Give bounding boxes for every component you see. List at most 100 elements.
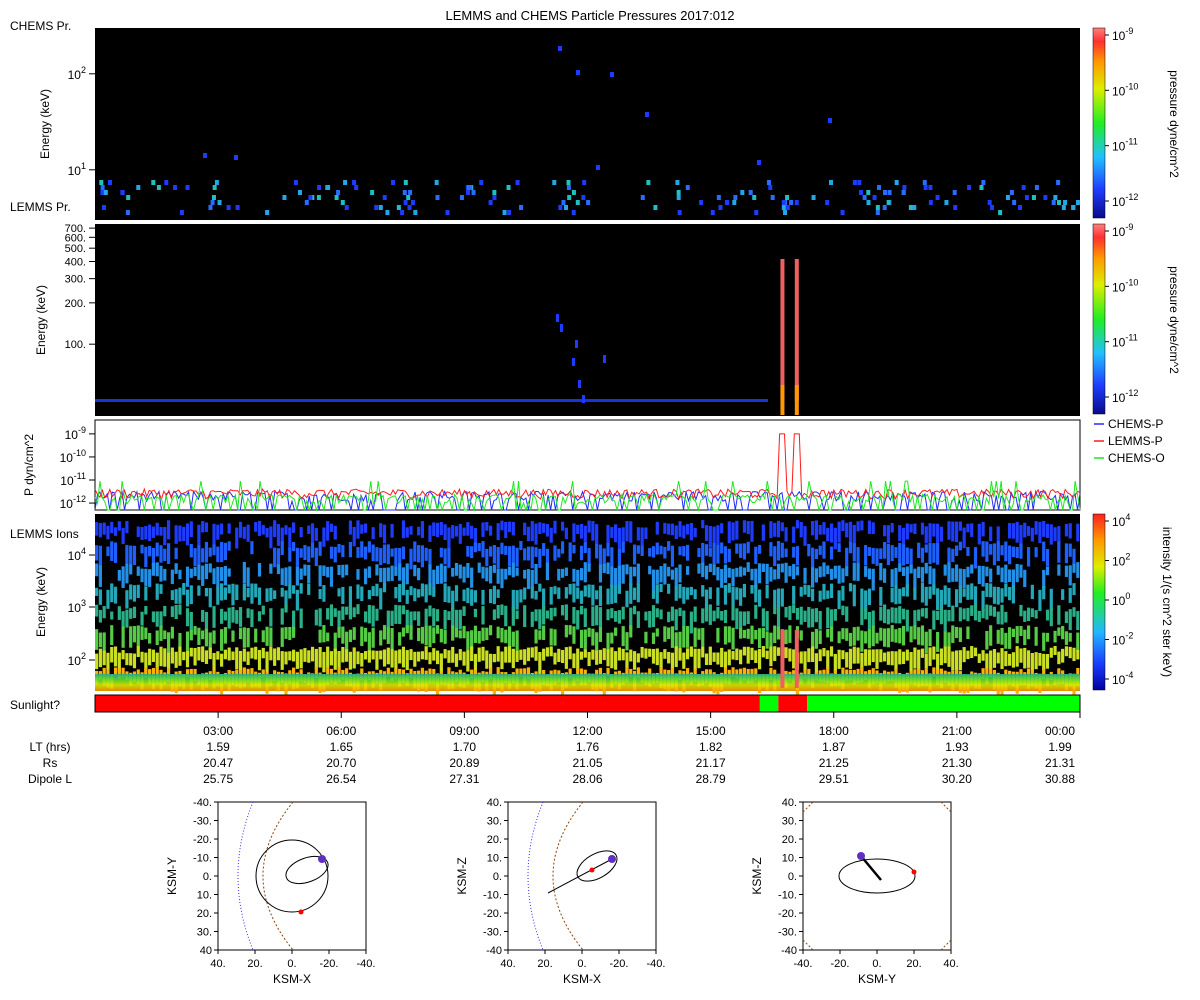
ions-cell <box>125 545 129 565</box>
ions-cell <box>371 527 375 540</box>
ions-cell <box>257 649 262 671</box>
ions-cell <box>754 546 758 564</box>
orbit-y-tick-label: -30. <box>193 816 212 828</box>
ions-cell <box>757 628 762 649</box>
ions-cell <box>917 542 921 559</box>
ions-cell <box>155 630 159 646</box>
ions-cell <box>682 546 686 557</box>
ions-cell <box>678 648 682 661</box>
chems-cell <box>1012 200 1017 205</box>
orbit-y-tick-label: -10. <box>483 890 502 902</box>
ions-cell <box>966 566 970 578</box>
ions-cell <box>238 607 243 627</box>
ions-cell <box>595 543 599 559</box>
ions-cell <box>761 608 765 627</box>
ions-cell <box>159 611 163 628</box>
ions-cell <box>95 629 99 650</box>
ions-cell <box>1011 628 1015 638</box>
ions-cell <box>686 648 690 660</box>
ions-cell <box>170 590 174 601</box>
ions-cell <box>614 568 618 587</box>
ions-cell <box>348 586 353 608</box>
ions-cell <box>648 548 652 557</box>
ions-cell <box>583 608 587 628</box>
chems-cell <box>675 180 680 185</box>
chems-cell <box>340 200 345 205</box>
ions-cell <box>905 547 909 565</box>
ions-cell <box>655 584 659 604</box>
ions-cell <box>1026 650 1031 668</box>
ephemeris-value: 28.79 <box>696 772 726 786</box>
ions-cell <box>1019 524 1023 546</box>
ions-cell <box>318 647 322 668</box>
ions-cell <box>572 626 576 644</box>
ions-cell <box>985 631 989 650</box>
ions-cell <box>371 605 375 627</box>
orbit-y-tick-label: 10. <box>487 853 502 865</box>
ions-cell <box>610 527 614 539</box>
ions-cell <box>886 543 890 566</box>
ions-cell <box>1057 564 1061 576</box>
ions-cell <box>739 588 743 606</box>
ions-cell <box>970 646 974 658</box>
pressure-y-ticks: 10-910-1010-1110-12 <box>60 425 95 511</box>
ions-cell <box>310 646 315 662</box>
ions-cell <box>515 630 519 652</box>
ions-cell <box>807 648 811 663</box>
ions-cell <box>242 526 246 539</box>
orbit-x-tick-label: 40. <box>943 958 958 970</box>
chems-cell <box>566 180 571 185</box>
ions-cell <box>144 627 148 640</box>
ions-cell <box>712 526 716 544</box>
ions-cell <box>920 583 925 603</box>
ions-cell <box>542 625 546 640</box>
ions-cell <box>576 610 580 630</box>
ions-cell <box>818 610 822 630</box>
ions-cell <box>799 522 803 538</box>
orbit-y-tick-label: -10. <box>193 853 212 865</box>
ions-cell <box>496 568 500 584</box>
chems-cell <box>374 205 379 210</box>
ions-cell <box>216 524 220 540</box>
ions-cell <box>981 590 985 612</box>
ions-cell <box>757 648 762 670</box>
ions-cell <box>360 586 364 602</box>
ions-cell <box>394 547 398 570</box>
ions-cell <box>780 563 784 573</box>
ephemeris-value: 1.93 <box>945 740 969 754</box>
ions-cell <box>341 606 345 620</box>
ions-cell <box>621 541 625 553</box>
chems-cell <box>596 165 600 170</box>
ions-cell <box>208 563 212 573</box>
sunlight-label: Sunlight? <box>10 698 60 712</box>
ions-cell <box>178 569 182 580</box>
ions-cell <box>655 648 659 666</box>
ions-cell <box>958 521 962 531</box>
ions-cell <box>121 527 125 545</box>
ions-cell <box>333 648 337 670</box>
ions-cell <box>883 604 887 624</box>
ions-cell <box>689 646 693 657</box>
ions-cell <box>883 568 887 583</box>
ions-cell <box>432 569 436 588</box>
chems-cell <box>783 210 788 215</box>
ions-cell <box>883 525 887 537</box>
ions-cell <box>1034 547 1038 558</box>
ions-cell <box>250 609 254 628</box>
ions-cell <box>932 523 936 537</box>
ions-cell <box>273 547 277 568</box>
ions-cell <box>883 628 887 647</box>
ions-cell <box>1049 588 1053 611</box>
ions-cell <box>220 583 224 601</box>
ions-cell <box>363 568 368 585</box>
ions-cell <box>125 609 129 628</box>
ions-cell <box>674 586 678 601</box>
chems-cell <box>1034 185 1039 190</box>
orbit-xlabel: KSM-X <box>273 972 311 986</box>
chems-cell <box>1024 195 1029 200</box>
ions-cell <box>591 606 595 626</box>
ions-cell <box>136 646 140 657</box>
ions-cell <box>871 649 875 663</box>
ions-cell <box>799 586 803 597</box>
ions-cell <box>1045 523 1050 538</box>
